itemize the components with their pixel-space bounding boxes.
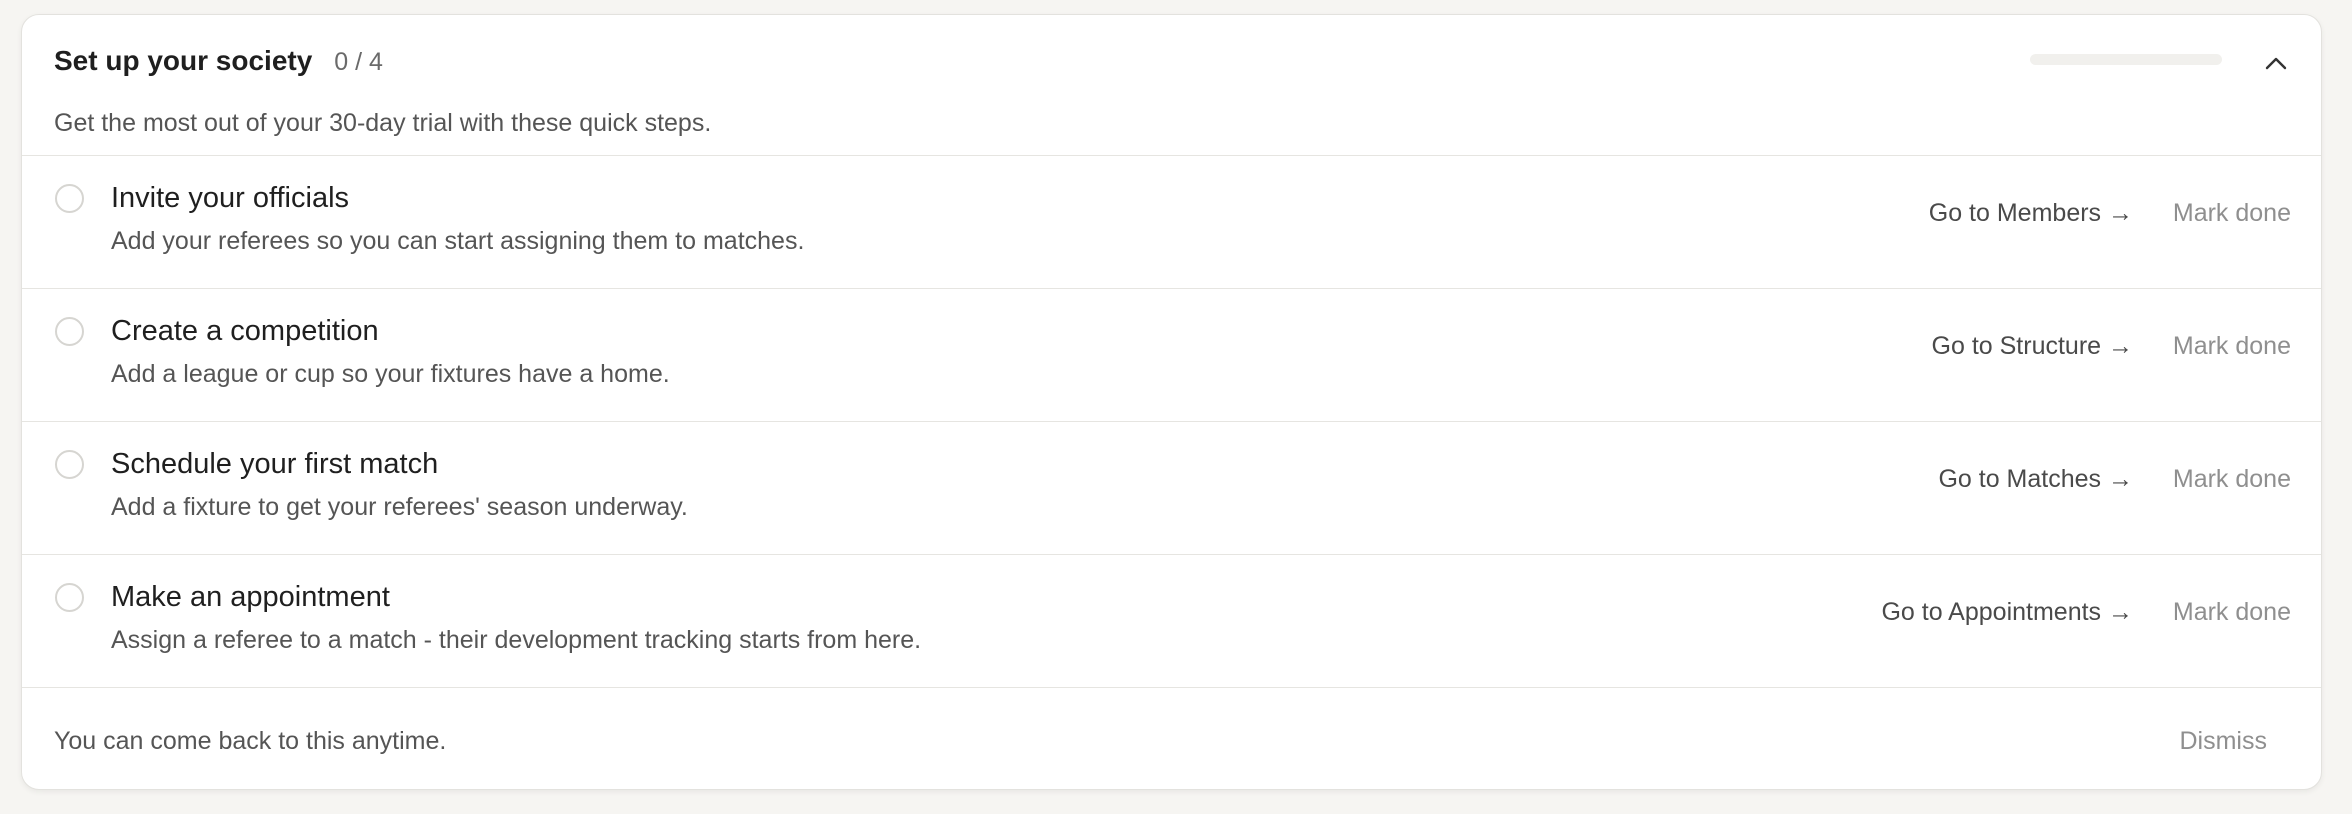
task-checkbox[interactable] — [55, 184, 84, 213]
task-description: Add a league or cup so your fixtures hav… — [111, 360, 670, 388]
collapse-button[interactable] — [2262, 53, 2290, 75]
go-to-appointments-link[interactable]: Go to Appointments → — [1881, 598, 2133, 627]
setup-checklist-card: Set up your society 0 / 4 Get the most o… — [21, 14, 2322, 790]
task-description: Assign a referee to a match - their deve… — [111, 626, 922, 654]
task-title: Make an appointment — [111, 581, 390, 613]
mark-done-button[interactable]: Mark done — [2173, 332, 2291, 361]
mark-done-button[interactable]: Mark done — [2173, 199, 2291, 228]
checklist-header: Set up your society 0 / 4 Get the most o… — [22, 15, 2321, 156]
progress-count: 0 / 4 — [334, 48, 383, 76]
task-description: Add your referees so you can start assig… — [111, 227, 805, 255]
title-row: Set up your society 0 / 4 — [54, 45, 383, 77]
dismiss-button[interactable]: Dismiss — [2180, 727, 2268, 756]
task-checkbox[interactable] — [55, 317, 84, 346]
progress-bar — [2030, 54, 2222, 65]
task-row-make-appointment: Make an appointment Assign a referee to … — [22, 554, 2321, 688]
task-title: Create a competition — [111, 315, 379, 347]
go-to-structure-link[interactable]: Go to Structure → — [1932, 332, 2133, 361]
task-description: Add a fixture to get your referees' seas… — [111, 493, 688, 521]
go-to-matches-link[interactable]: Go to Matches → — [1938, 465, 2133, 494]
go-to-members-link[interactable]: Go to Members → — [1929, 199, 2133, 228]
task-checkbox[interactable] — [55, 450, 84, 479]
task-row-schedule-match: Schedule your first match Add a fixture … — [22, 421, 2321, 555]
chevron-up-icon — [2265, 57, 2287, 70]
task-title: Schedule your first match — [111, 448, 439, 480]
mark-done-button[interactable]: Mark done — [2173, 598, 2291, 627]
task-title: Invite your officials — [111, 182, 350, 214]
task-row-create-competition: Create a competition Add a league or cup… — [22, 288, 2321, 422]
task-checkbox[interactable] — [55, 583, 84, 612]
footer-note: You can come back to this anytime. — [54, 727, 447, 755]
mark-done-button[interactable]: Mark done — [2173, 465, 2291, 494]
checklist-subtitle: Get the most out of your 30-day trial wi… — [54, 109, 712, 137]
checklist-title: Set up your society — [54, 45, 313, 76]
task-row-invite-officials: Invite your officials Add your referees … — [22, 155, 2321, 289]
